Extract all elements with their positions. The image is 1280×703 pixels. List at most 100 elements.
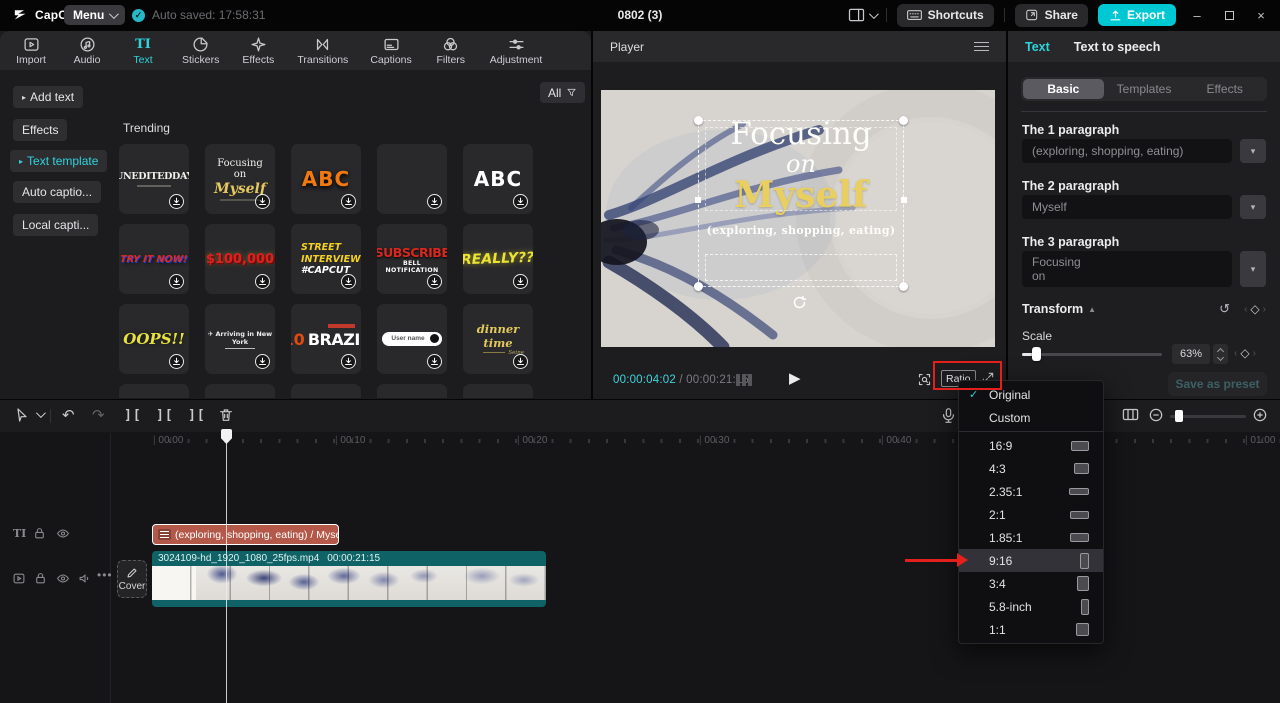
template-tile[interactable]: 10 BRAZIL [291,304,361,374]
step-down-icon[interactable] [1216,353,1225,361]
tab-templates[interactable]: Templates [1104,79,1185,99]
template-filter-button[interactable]: All [540,82,586,103]
microphone-icon[interactable] [940,407,957,424]
tab-basic[interactable]: Basic [1023,79,1104,99]
paragraph-1-dropdown[interactable]: ▾ [1240,139,1266,163]
undo-icon[interactable]: ↶ [62,406,75,424]
tab-effects[interactable]: Effects [241,36,275,66]
download-icon[interactable] [255,274,270,289]
template-tile[interactable] [291,384,361,398]
layout-toggle-button[interactable] [848,8,879,22]
sidebar-item-local-captions[interactable]: Local capti... [13,214,99,236]
sidebar-item-effects[interactable]: Effects [13,119,68,141]
template-tile[interactable]: STREET INTERVIEW #CAPCUT [291,224,361,294]
template-tile[interactable]: $100,000 [205,224,275,294]
sidebar-item-add-text[interactable]: ▸ Add text [13,86,84,108]
resize-handle[interactable] [899,116,908,125]
menu-item-2-35-1[interactable]: 2.35:1 [959,480,1103,503]
mute-speaker-icon[interactable] [78,572,92,585]
split-left-icon[interactable]: ][ [156,408,174,423]
resize-handle[interactable] [694,116,703,125]
more-options-icon[interactable]: ••• [97,568,113,582]
scale-keyframe[interactable]: ‹ ◇ › [1234,346,1256,360]
resize-handle-mid[interactable] [901,197,907,203]
selection-box[interactable] [694,116,908,291]
export-button[interactable]: Export [1097,4,1176,26]
select-cursor-icon[interactable] [14,407,30,423]
rotate-handle-icon[interactable] [792,295,807,310]
paragraph-1-input[interactable]: (exploring, shopping, eating) [1022,139,1232,163]
transform-section-header[interactable]: Transform ▲ ↺ ‹ ◇ › [1022,301,1266,317]
menu-item-16-9[interactable]: 16:9 [959,434,1103,457]
close-button[interactable]: × [1250,8,1272,23]
zoom-out-icon[interactable] [1148,407,1164,423]
download-icon[interactable] [427,274,442,289]
eye-icon[interactable] [56,572,70,585]
tab-captions[interactable]: Captions [370,36,412,66]
download-icon[interactable] [341,354,356,369]
minimize-button[interactable]: – [1186,8,1208,23]
menu-item-1-85-1[interactable]: 1.85:1 [959,526,1103,549]
template-tile[interactable] [377,384,447,398]
maximize-button[interactable] [1218,8,1240,23]
video-clip[interactable]: 3024109-hd_1920_1080_25fps.mp4 00:00:21:… [152,551,546,607]
tab-audio[interactable]: Audio [70,36,104,66]
template-tile[interactable]: ✈ Arriving in New York [205,304,275,374]
eye-icon[interactable] [56,527,70,540]
timeline-zoom-thumb[interactable] [1175,410,1183,422]
redo-icon[interactable]: ↷ [92,406,105,424]
download-icon[interactable] [427,354,442,369]
tab-import[interactable]: Import [14,36,48,66]
menu-item-3-4[interactable]: 3:4 [959,572,1103,595]
template-tile[interactable]: ABC [291,144,361,214]
split-icon[interactable]: ][ [124,408,142,423]
resize-handle[interactable] [694,282,703,291]
chevron-down-icon[interactable] [35,408,46,419]
menu-item-1-1[interactable]: 1:1 [959,618,1103,641]
sidebar-item-text-template[interactable]: ▸ Text template [10,150,108,172]
template-tile[interactable]: OOPS!! [119,304,189,374]
tab-adjustment[interactable]: Adjustment [490,36,542,66]
download-icon[interactable] [169,354,184,369]
download-icon[interactable] [169,274,184,289]
download-icon[interactable] [169,194,184,209]
paragraph-3-input[interactable]: Focusing on [1022,251,1232,287]
paragraph-2-input[interactable]: Myself [1022,195,1232,219]
scale-slider-track[interactable] [1022,353,1162,356]
share-button[interactable]: Share [1014,3,1088,27]
template-tile[interactable]: Focusing on Myself [205,144,275,214]
tab-filters[interactable]: Filters [434,36,468,66]
download-icon[interactable] [255,194,270,209]
player-menu-icon[interactable] [974,39,989,54]
split-right-icon[interactable]: ][ [188,408,206,423]
playhead-line[interactable] [226,442,227,703]
menu-item-9-16[interactable]: 9:16 [959,549,1103,572]
resize-handle[interactable] [899,282,908,291]
template-tile[interactable]: dinner time Seine [463,304,533,374]
template-tile[interactable]: UNEDITEDDAY [119,144,189,214]
tab-text-properties[interactable]: Text [1025,40,1050,54]
template-tile[interactable]: TRY IT NOW! [119,224,189,294]
cover-button[interactable]: Cover [117,560,147,598]
sidebar-item-auto-captions[interactable]: Auto captio... [13,181,102,203]
lock-icon[interactable] [34,572,47,585]
video-preview[interactable]: Focusing on Myself (exploring, shopping,… [601,90,995,347]
text-clip[interactable]: (exploring, shopping, eating) / Myself [152,524,339,545]
download-icon[interactable] [513,194,528,209]
tab-stickers[interactable]: Stickers [182,36,219,66]
scale-stepper[interactable] [1213,344,1228,364]
scale-value[interactable]: 63% [1172,344,1210,364]
menu-button[interactable]: Menu [64,5,126,25]
keyframe-diamond-icon[interactable]: ◇ [1250,302,1259,316]
paragraph-3-dropdown[interactable]: ▾ [1240,251,1266,287]
scale-slider-thumb[interactable] [1032,347,1041,361]
template-tile[interactable]: REALLY?? [463,224,533,294]
resize-handle-mid[interactable] [695,197,701,203]
template-tile[interactable] [377,144,447,214]
template-tile[interactable]: ABC [463,144,533,214]
template-tile[interactable] [205,384,275,398]
menu-item-custom[interactable]: Custom [959,406,1103,429]
delete-icon[interactable] [218,407,234,423]
template-tile[interactable]: User name [377,304,447,374]
tab-transitions[interactable]: Transitions [297,36,348,66]
